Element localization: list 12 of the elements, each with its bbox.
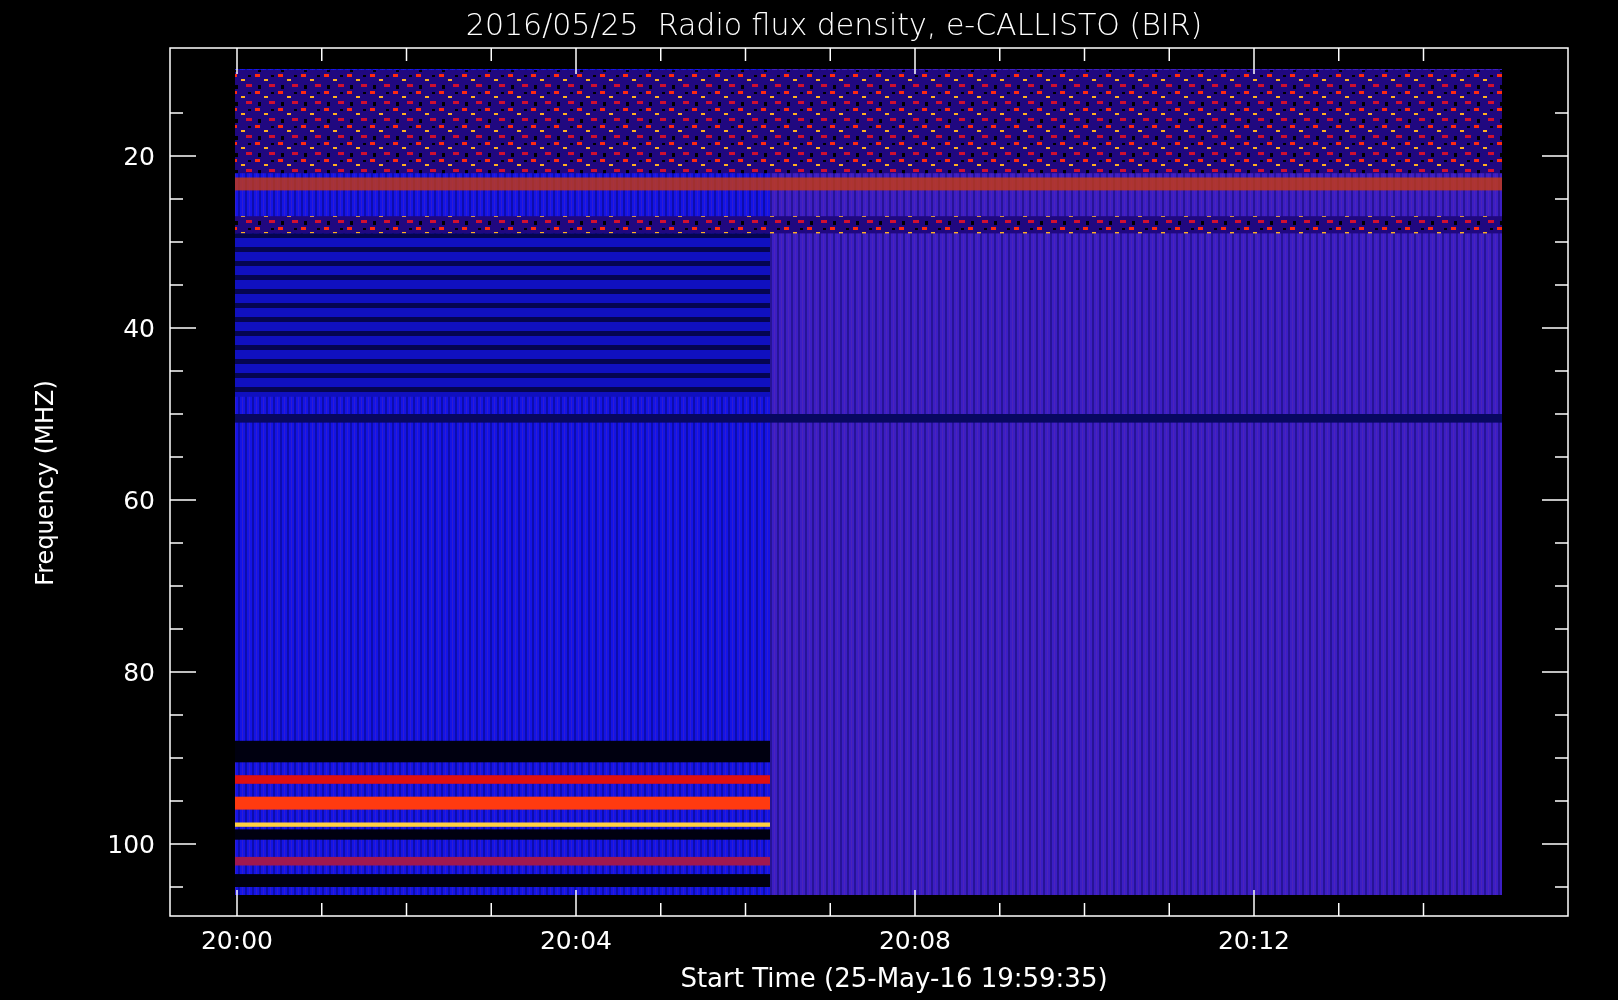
x-tick-label: 20:12 xyxy=(1218,926,1290,955)
x-axis-label: Start Time (25-May-16 19:59:35) xyxy=(680,965,1108,991)
y-tick-label: 60 xyxy=(123,486,155,515)
x-tick-label: 20:00 xyxy=(201,926,273,955)
x-tick-label: 20:04 xyxy=(540,926,612,955)
chart-title: 2016/05/25 Radio flux density, e-CALLISTO (BIR) xyxy=(465,10,1203,40)
x-tick-label: 20:08 xyxy=(879,926,951,955)
y-tick-label: 40 xyxy=(123,314,155,343)
y-tick-label: 100 xyxy=(107,830,155,859)
y-tick-label: 20 xyxy=(123,142,155,171)
y-axis-label: Frequency (MHZ) xyxy=(31,379,59,586)
y-tick-label: 80 xyxy=(123,658,155,687)
